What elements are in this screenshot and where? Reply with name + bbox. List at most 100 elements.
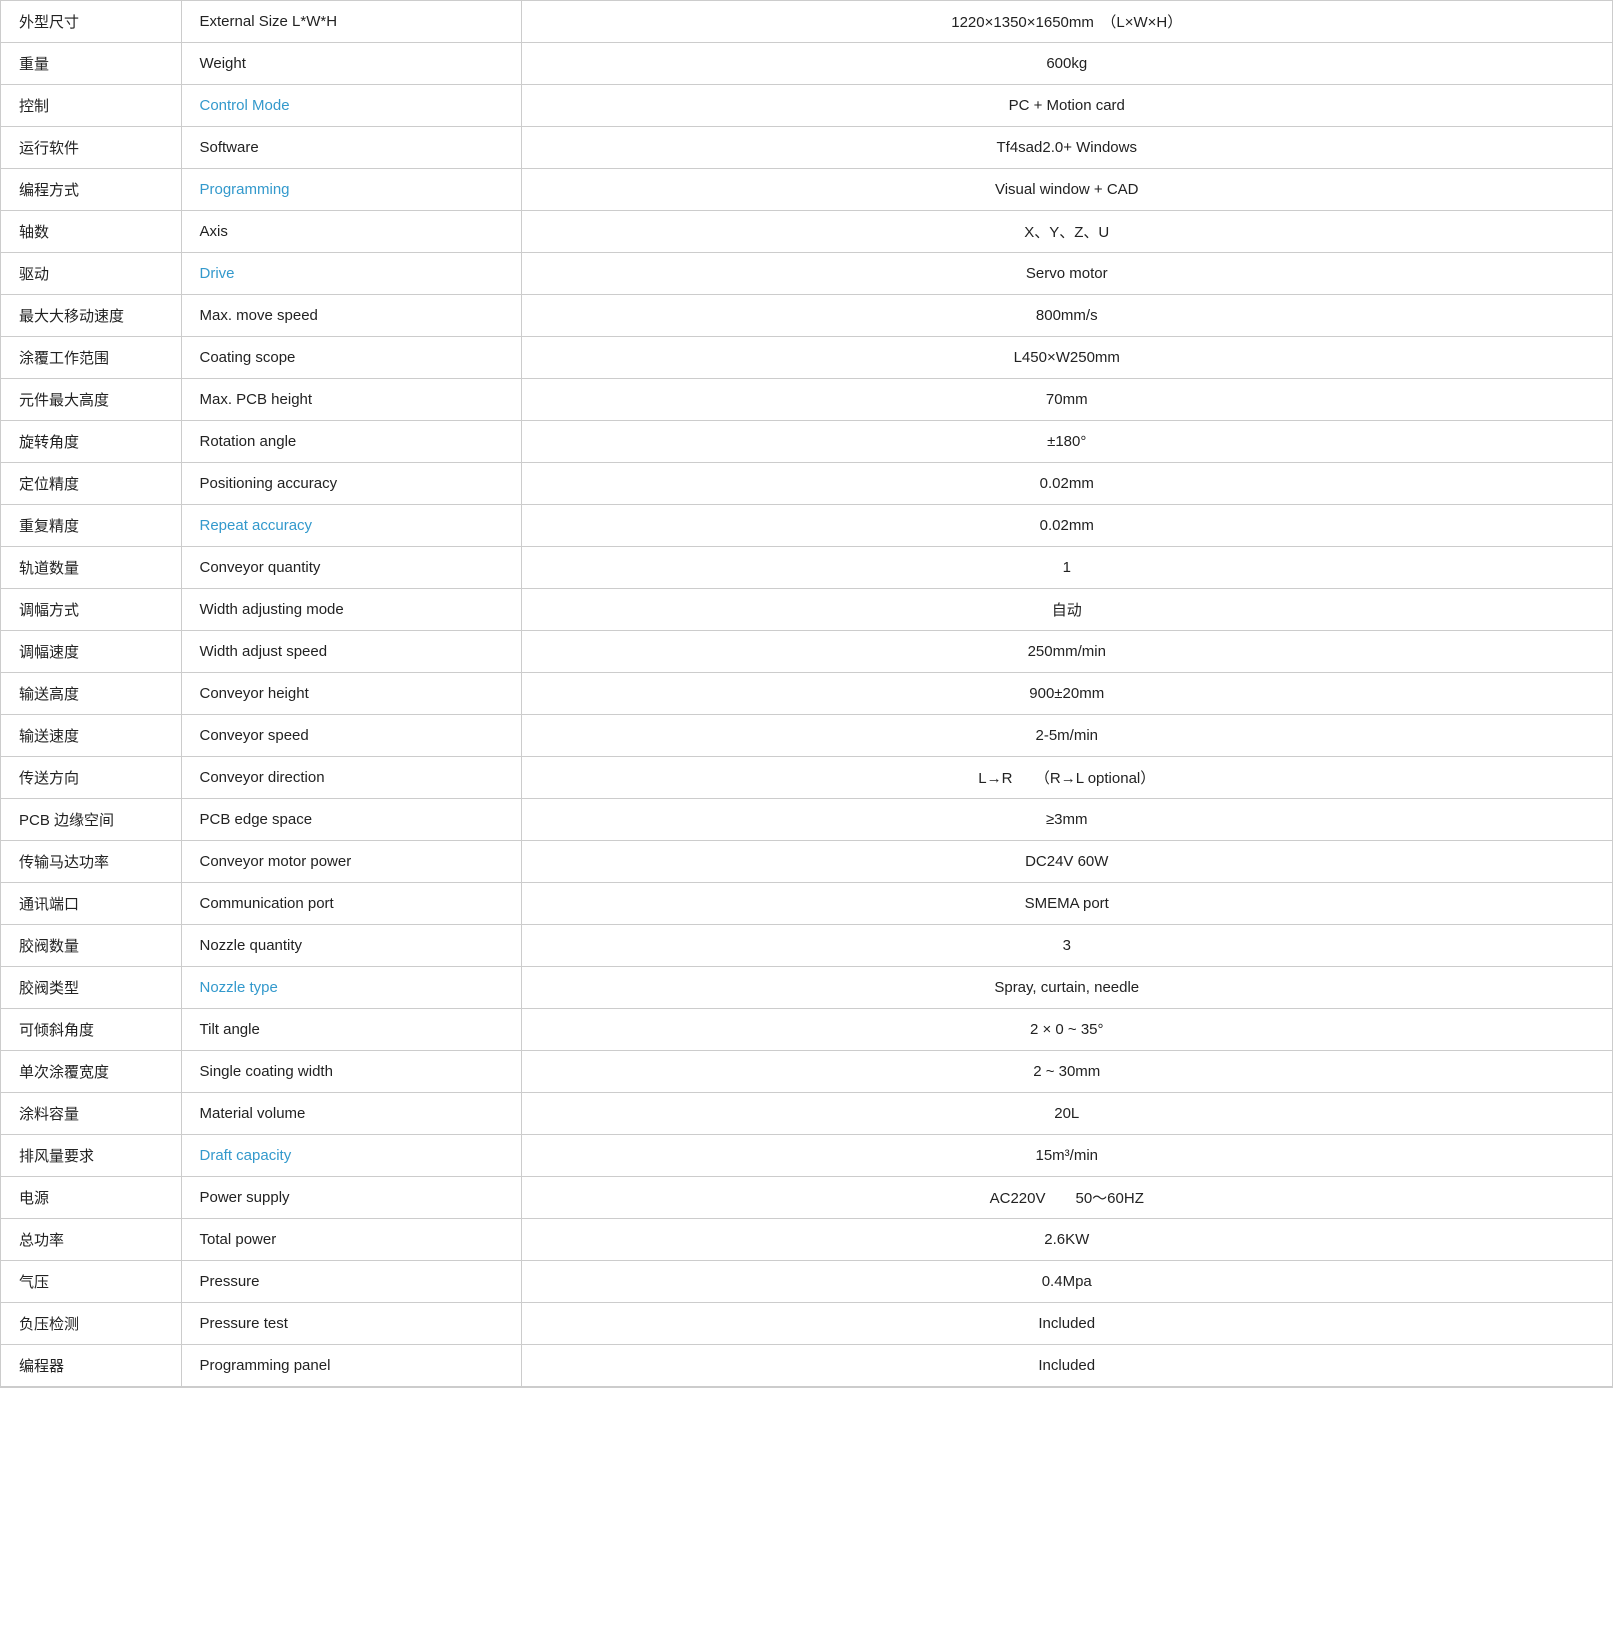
cell-value: Servo motor (521, 253, 1612, 295)
table-row: 电源Power supplyAC220V 50～60HZ (1, 1177, 1612, 1219)
table-row: 重量Weight600kg (1, 43, 1612, 85)
cell-value: 1220×1350×1650mm （L×W×H） (521, 1, 1612, 43)
cell-chinese: 调幅速度 (1, 631, 181, 673)
cell-english: Pressure (181, 1261, 521, 1303)
cell-chinese: 涂覆工作范围 (1, 337, 181, 379)
table-row: 胶阀数量Nozzle quantity3 (1, 925, 1612, 967)
cell-value: 1 (521, 547, 1612, 589)
spec-table: 外型尺寸External Size L*W*H1220×1350×1650mm … (1, 1, 1612, 1387)
cell-value: 0.4Mpa (521, 1261, 1612, 1303)
table-row: 驱动DriveServo motor (1, 253, 1612, 295)
cell-value: SMEMA port (521, 883, 1612, 925)
cell-english: Axis (181, 211, 521, 253)
table-row: 编程方式ProgrammingVisual window + CAD (1, 169, 1612, 211)
table-row: 输送速度Conveyor speed2-5m/min (1, 715, 1612, 757)
cell-english: Total power (181, 1219, 521, 1261)
cell-chinese: 元件最大高度 (1, 379, 181, 421)
cell-chinese: 可倾斜角度 (1, 1009, 181, 1051)
cell-english: Width adjust speed (181, 631, 521, 673)
cell-value: 250mm/min (521, 631, 1612, 673)
cell-value: 900±20mm (521, 673, 1612, 715)
table-row: PCB 边缘空间PCB edge space≥3mm (1, 799, 1612, 841)
cell-value: Spray, curtain, needle (521, 967, 1612, 1009)
cell-value: 2-5m/min (521, 715, 1612, 757)
cell-chinese: 控制 (1, 85, 181, 127)
table-row: 编程器Programming panelIncluded (1, 1345, 1612, 1387)
cell-value: Visual window + CAD (521, 169, 1612, 211)
cell-english: Programming (181, 169, 521, 211)
cell-value: Included (521, 1345, 1612, 1387)
cell-english: Power supply (181, 1177, 521, 1219)
cell-value: 0.02mm (521, 463, 1612, 505)
table-row: 排风量要求Draft capacity15m³/min (1, 1135, 1612, 1177)
cell-value: 600kg (521, 43, 1612, 85)
cell-english: Nozzle quantity (181, 925, 521, 967)
table-row: 气压Pressure0.4Mpa (1, 1261, 1612, 1303)
cell-value: 2.6KW (521, 1219, 1612, 1261)
cell-english: Weight (181, 43, 521, 85)
cell-value: 2 × 0 ~ 35° (521, 1009, 1612, 1051)
cell-value: PC + Motion card (521, 85, 1612, 127)
cell-english: Draft capacity (181, 1135, 521, 1177)
cell-chinese: 最大大移动速度 (1, 295, 181, 337)
cell-chinese: 通讯端口 (1, 883, 181, 925)
cell-english: Programming panel (181, 1345, 521, 1387)
cell-chinese: 旋转角度 (1, 421, 181, 463)
cell-english: Conveyor motor power (181, 841, 521, 883)
cell-english: Drive (181, 253, 521, 295)
table-row: 运行软件SoftwareTf4sad2.0+ Windows (1, 127, 1612, 169)
cell-chinese: 胶阀类型 (1, 967, 181, 1009)
cell-english: Repeat accuracy (181, 505, 521, 547)
cell-english: Single coating width (181, 1051, 521, 1093)
cell-chinese: 排风量要求 (1, 1135, 181, 1177)
cell-english: Conveyor quantity (181, 547, 521, 589)
cell-english: Pressure test (181, 1303, 521, 1345)
table-row: 涂覆工作范围Coating scopeL450×W250mm (1, 337, 1612, 379)
cell-english: Max. move speed (181, 295, 521, 337)
cell-value: Included (521, 1303, 1612, 1345)
cell-value: DC24V 60W (521, 841, 1612, 883)
cell-value: AC220V 50～60HZ (521, 1177, 1612, 1219)
cell-chinese: PCB 边缘空间 (1, 799, 181, 841)
cell-value: 0.02mm (521, 505, 1612, 547)
cell-english: Conveyor speed (181, 715, 521, 757)
cell-chinese: 气压 (1, 1261, 181, 1303)
cell-english: Material volume (181, 1093, 521, 1135)
table-row: 轨道数量Conveyor quantity1 (1, 547, 1612, 589)
table-row: 传送方向Conveyor directionL→R （R→L optional） (1, 757, 1612, 799)
cell-value: 800mm/s (521, 295, 1612, 337)
cell-chinese: 轨道数量 (1, 547, 181, 589)
cell-chinese: 传输马达功率 (1, 841, 181, 883)
cell-chinese: 编程器 (1, 1345, 181, 1387)
table-row: 调幅速度Width adjust speed250mm/min (1, 631, 1612, 673)
table-row: 可倾斜角度Tilt angle2 × 0 ~ 35° (1, 1009, 1612, 1051)
cell-value: Tf4sad2.0+ Windows (521, 127, 1612, 169)
cell-value: X、Y、Z、U (521, 211, 1612, 253)
cell-english: Software (181, 127, 521, 169)
table-row: 外型尺寸External Size L*W*H1220×1350×1650mm … (1, 1, 1612, 43)
table-row: 轴数AxisX、Y、Z、U (1, 211, 1612, 253)
cell-english: Conveyor direction (181, 757, 521, 799)
table-row: 输送高度Conveyor height900±20mm (1, 673, 1612, 715)
table-row: 旋转角度Rotation angle±180° (1, 421, 1612, 463)
table-row: 通讯端口Communication portSMEMA port (1, 883, 1612, 925)
cell-english: Nozzle type (181, 967, 521, 1009)
table-row: 涂料容量Material volume20L (1, 1093, 1612, 1135)
cell-chinese: 总功率 (1, 1219, 181, 1261)
cell-chinese: 编程方式 (1, 169, 181, 211)
cell-chinese: 定位精度 (1, 463, 181, 505)
cell-chinese: 传送方向 (1, 757, 181, 799)
cell-chinese: 负压检测 (1, 1303, 181, 1345)
cell-english: Communication port (181, 883, 521, 925)
cell-value: 15m³/min (521, 1135, 1612, 1177)
table-row: 元件最大高度Max. PCB height70mm (1, 379, 1612, 421)
cell-english: Width adjusting mode (181, 589, 521, 631)
cell-chinese: 调幅方式 (1, 589, 181, 631)
cell-chinese: 电源 (1, 1177, 181, 1219)
cell-english: Positioning accuracy (181, 463, 521, 505)
cell-english: External Size L*W*H (181, 1, 521, 43)
cell-value: 70mm (521, 379, 1612, 421)
cell-chinese: 重量 (1, 43, 181, 85)
table-row: 总功率Total power2.6KW (1, 1219, 1612, 1261)
cell-english: Max. PCB height (181, 379, 521, 421)
